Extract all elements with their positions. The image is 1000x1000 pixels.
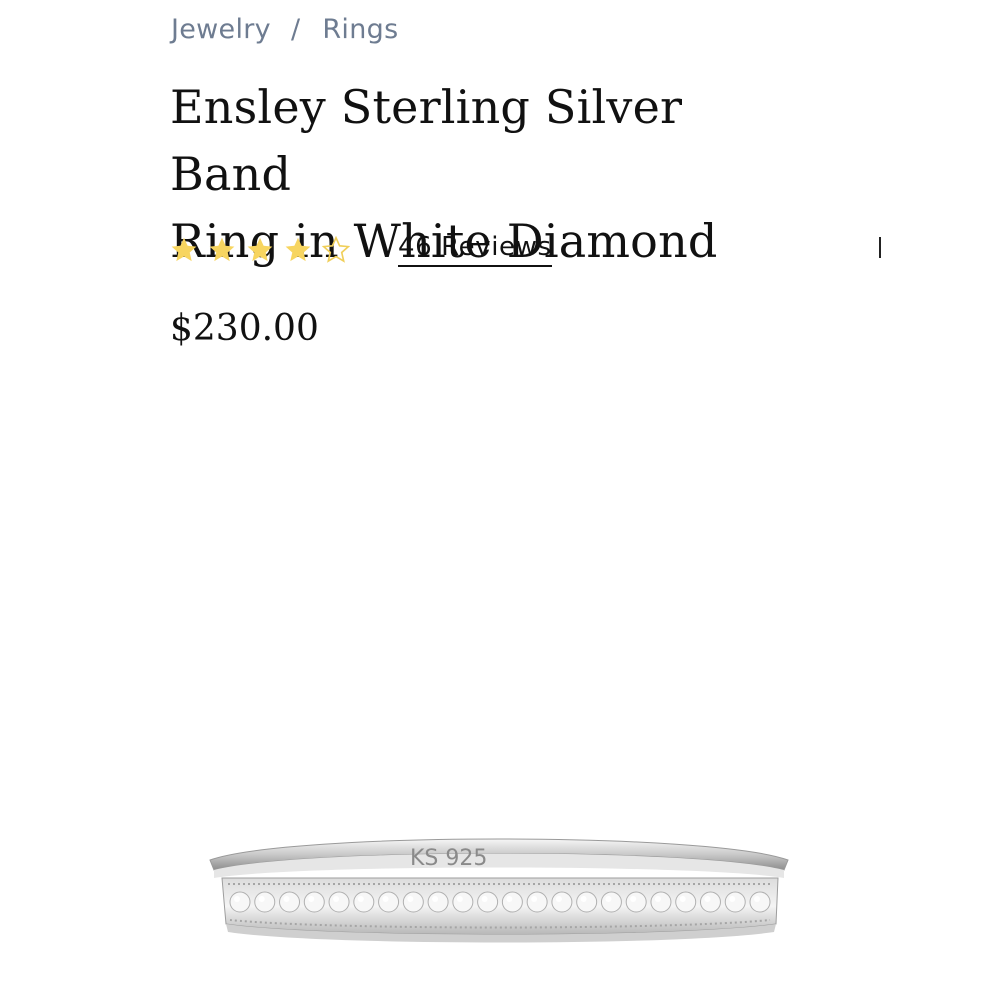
product-page: Jewelry / Rings Ensley Sterling Silver B… [0,0,1000,1000]
diamond-stone [427,891,449,913]
diamond-highlight [456,896,463,902]
diamond-highlight [605,896,612,902]
diamond-stone [378,891,400,913]
diamond-stone [501,891,523,913]
star-empty-icon [322,235,350,263]
diamond-highlight [234,896,240,902]
product-price: $230.00 [170,308,319,349]
product-image[interactable]: KS 925 [200,820,800,960]
diamond-highlight [555,896,562,902]
diamond-highlight [333,896,340,902]
text-cursor-icon [879,237,881,258]
diamond-highlight [357,896,364,902]
breadcrumb-rings-link[interactable]: Rings [322,14,398,45]
breadcrumb-jewelry-link[interactable]: Jewelry [171,14,271,45]
diamond-stone [526,891,548,913]
diamond-stone [625,891,647,913]
diamond-highlight [382,896,389,902]
reviews-link[interactable]: 46 Reviews [398,232,552,267]
diamond-stone [675,891,697,913]
diamond-highlight [531,896,538,902]
ring-engraving: KS 925 [410,846,487,871]
diamond-highlight [506,896,513,902]
diamond-stone [650,891,672,913]
product-rating: 46 Reviews [170,232,552,267]
diamond-highlight [679,896,686,902]
star-filled-icon [209,237,235,261]
diamond-stone [402,891,424,913]
diamond-stone [328,891,350,913]
diamond-highlight [258,896,265,902]
diamond-stone [724,891,746,913]
breadcrumb-separator: / [290,14,301,45]
diamond-stone [477,891,499,913]
diamond-highlight [308,896,315,902]
diamond-highlight [283,896,290,902]
star-filled-icon [285,237,311,261]
diamond-stone [699,891,721,913]
diamond-stone [353,891,375,913]
diamond-highlight [630,896,637,902]
diamond-stone [749,891,771,913]
diamond-stone [600,891,622,913]
star-filled-icon [247,237,273,261]
diamond-highlight [704,896,711,902]
diamond-highlight [654,896,661,902]
diamond-highlight [754,896,760,902]
star-rating [170,235,360,264]
diamond-highlight [729,896,736,902]
breadcrumb: Jewelry / Rings [171,14,398,45]
diamond-stone [279,891,301,913]
diamond-stone [229,891,251,913]
product-title-line-1: Ensley Sterling Silver Band [170,80,683,201]
diamond-stone [551,891,573,913]
diamond-highlight [432,896,439,902]
diamond-highlight [407,896,414,902]
diamond-highlight [481,896,488,902]
diamond-highlight [580,896,587,902]
diamond-stone [303,891,325,913]
diamond-stone [452,891,474,913]
star-filled-icon [171,237,197,261]
diamond-stone [576,891,598,913]
diamond-stone [254,891,276,913]
